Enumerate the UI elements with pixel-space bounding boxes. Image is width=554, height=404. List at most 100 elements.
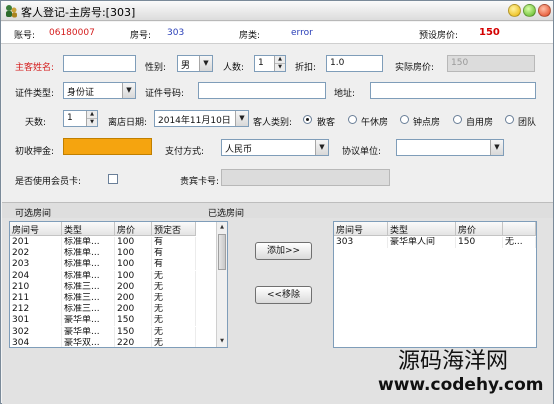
table-row[interactable]: 304 豪华双... 220 无 [10,337,196,347]
leave-date-picker[interactable]: 2014年11月10日 ▼ [154,110,249,127]
days-stepper[interactable]: 1 ▲ ▼ [63,110,98,127]
payment-select[interactable]: 人民币 ▼ [221,139,329,156]
watermark: 源码海洋网 www.codehy.com [378,349,544,395]
people-stepper[interactable]: 1 ▲ ▼ [254,55,286,72]
id-number-input[interactable] [198,82,326,99]
vertical-scrollbar[interactable]: ▲ ▼ [216,222,227,347]
guest-name-input[interactable] [63,55,136,72]
minimize-button[interactable] [508,4,521,17]
column-header[interactable]: 类型 [388,222,456,236]
gender-select[interactable]: 男 ▼ [177,55,213,72]
column-header[interactable]: 房间号 [334,222,388,236]
table-row[interactable]: 204 标准单... 100 无 [10,270,196,282]
guest-type-option-4: 团队 [518,118,537,128]
table-cell: 301 [10,315,62,327]
guest-name-label: 主客姓名: [15,63,55,73]
guest-type-radio-4[interactable] [505,115,514,124]
column-header[interactable] [503,222,536,236]
chevron-down-icon[interactable]: ▼ [490,140,503,155]
table-row[interactable]: 302 豪华单... 150 无 [10,326,196,338]
table-cell: 豪华单人间 [388,237,456,248]
scroll-thumb[interactable] [218,234,226,270]
account-label: 账号: [14,31,36,41]
table-cell: 100 [115,259,152,271]
table-cell: 有 [152,259,196,271]
table-row[interactable]: 203 标准单... 100 有 [10,259,196,271]
deposit-input[interactable] [63,138,152,155]
table-row[interactable]: 303 豪华单人间 150 无... [334,237,536,248]
table-row[interactable]: 301 豪华单... 150 无 [10,315,196,327]
maximize-button[interactable] [523,4,536,17]
agreement-select[interactable]: ▼ [396,139,504,156]
id-type-label: 证件类型: [15,89,55,99]
column-header[interactable]: 类型 [62,222,115,236]
app-icon [6,5,17,18]
discount-input[interactable]: 1.0 [326,55,383,72]
table-cell: 豪华单... [62,315,115,327]
close-button[interactable] [538,4,551,17]
register-window: 客人登记-主房号:[303] 账号: 06180007 房号: 303 房类: … [0,0,554,404]
spin-up-icon[interactable]: ▲ [275,56,285,63]
table-cell: 200 [115,304,152,316]
column-header[interactable]: 预定否 [152,222,196,236]
calendar-dropdown-icon[interactable]: ▼ [235,111,248,126]
selected-rooms-table[interactable]: 房间号 类型 房价 303 豪华单人间 150 无... [333,221,537,348]
summary-bar: 账号: 06180007 房号: 303 房类: error 预设房价: 150 [1,22,553,44]
spin-buttons[interactable]: ▲ ▼ [86,111,97,126]
spin-buttons[interactable]: ▲ ▼ [274,56,285,71]
table-cell: 豪华单... [62,326,115,338]
gender-label: 性别: [145,63,167,73]
table-row[interactable]: 212 标准三... 200 无 [10,304,196,316]
spin-down-icon[interactable]: ▼ [275,63,285,70]
chevron-down-icon[interactable]: ▼ [315,140,328,155]
chevron-down-icon[interactable]: ▼ [122,83,135,98]
room-type-label: 房类: [239,31,261,41]
vip-card-input [221,169,390,186]
watermark-line1: 源码海洋网 [397,349,508,374]
title-bar[interactable]: 客人登记-主房号:[303] [1,1,553,21]
scroll-up-icon[interactable]: ▲ [217,222,227,233]
add-button[interactable]: 添加>> [255,242,312,260]
member-card-label: 是否使用会员卡: [15,177,82,187]
member-card-checkbox[interactable] [108,174,118,184]
table-cell: 150 [115,315,152,327]
spin-up-icon[interactable]: ▲ [87,111,97,118]
account-value: 06180007 [49,28,95,38]
guest-type-option-1: 午休房 [361,118,389,128]
table-row[interactable]: 211 标准三... 200 无 [10,293,196,304]
table-cell: 标准三... [62,293,115,304]
chevron-down-icon[interactable]: ▼ [199,56,212,71]
room-type-value: error [291,28,313,38]
vip-card-label: 贵宾卡号: [180,177,220,187]
guest-type-radio-1[interactable] [348,115,357,124]
room-value: 303 [167,28,185,38]
table-cell: 标准单... [62,237,115,248]
rooms-panel: 房间号 类型 房价 预定否 201 标准单... 100 有 202 标准单... 100 有… [2,218,553,404]
table-cell: 212 [10,304,62,316]
table-cell: 200 [115,281,152,293]
guest-type-radio-0[interactable] [303,115,312,124]
deposit-label: 初收押金: [15,147,55,157]
id-type-select[interactable]: 身份证 ▼ [63,82,136,99]
table-cell: 150 [115,326,152,338]
actual-price-label: 实际房价: [395,63,435,73]
address-input[interactable] [370,82,536,99]
table-cell: 204 [10,270,62,282]
guest-type-radio-2[interactable] [400,115,409,124]
column-header[interactable]: 房价 [115,222,152,236]
available-rooms-table[interactable]: 房间号 类型 房价 预定否 201 标准单... 100 有 202 标准单... 100 有… [9,221,228,348]
table-row[interactable]: 210 标准三... 200 无 [10,281,196,293]
remove-button[interactable]: <<移除 [255,286,312,304]
table-cell: 210 [10,281,62,293]
scroll-down-icon[interactable]: ▼ [217,336,227,347]
guest-type-radio-3[interactable] [453,115,462,124]
table-row[interactable]: 201 标准单... 100 有 [10,237,196,248]
table-cell: 100 [115,270,152,282]
address-label: 地址: [334,89,356,99]
spin-down-icon[interactable]: ▼ [87,118,97,125]
column-header[interactable]: 房价 [456,222,503,236]
column-header[interactable]: 房间号 [10,222,62,236]
table-cell: 302 [10,326,62,338]
days-label: 天数: [25,118,47,128]
table-row[interactable]: 202 标准单... 100 有 [10,248,196,260]
